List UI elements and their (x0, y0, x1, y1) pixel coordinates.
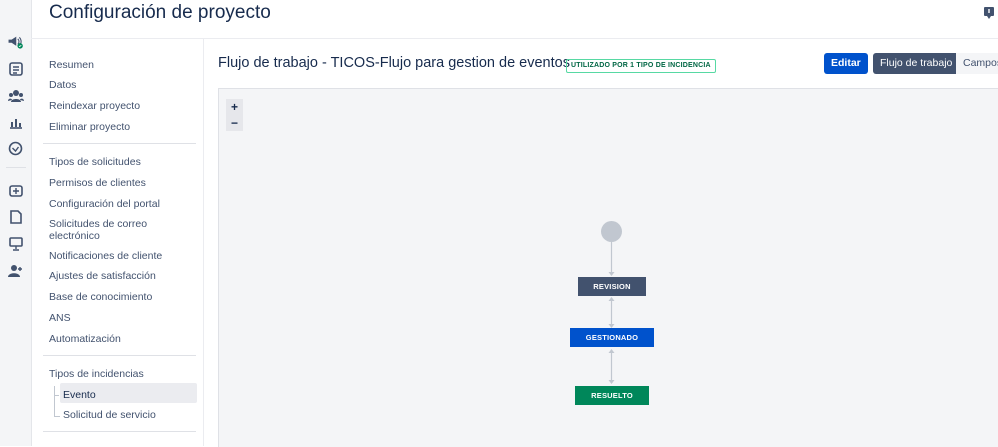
initial-state-node[interactable] (601, 221, 622, 242)
status-node-resuelto[interactable]: RESUELTO (575, 386, 649, 405)
status-node-gestionado[interactable]: GESTIONADO (570, 328, 654, 347)
status-node-revision[interactable]: REVISION (578, 277, 646, 296)
transition-arrows (608, 242, 615, 384)
